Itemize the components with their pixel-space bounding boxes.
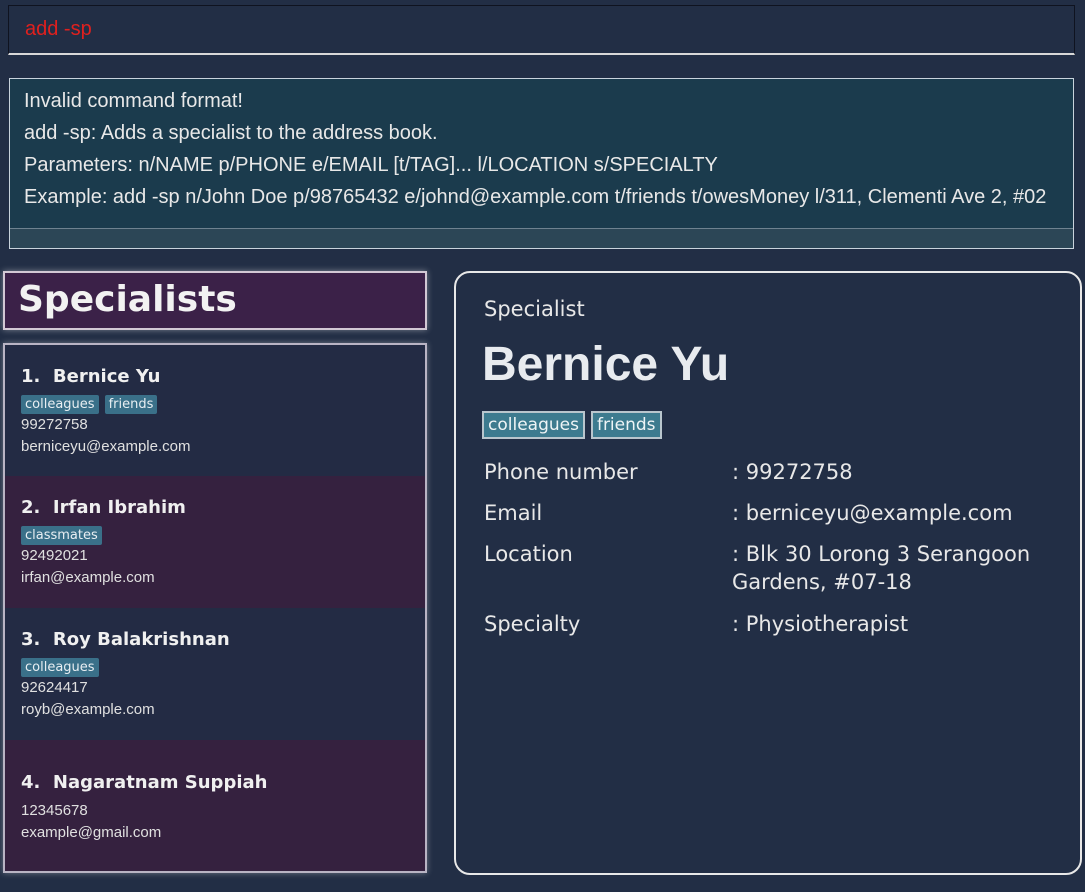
tag-badge: colleagues xyxy=(482,411,585,439)
list-item-specialist-1[interactable]: 1. Bernice Yu colleagues friends 99272758… xyxy=(5,345,425,476)
tag-badge: friends xyxy=(104,395,158,414)
command-input[interactable]: add -sp xyxy=(25,18,92,41)
card-name: 1. Bernice Yu xyxy=(21,366,160,387)
card-index: 1. xyxy=(21,366,41,387)
card-name-text: Bernice Yu xyxy=(52,366,161,387)
result-line: Example: add -sp n/John Doe p/98765432 e… xyxy=(24,186,1047,208)
card-email: example@gmail.com xyxy=(21,824,162,841)
card-index: 2. xyxy=(21,497,41,518)
field-value-phone: : 99272758 xyxy=(732,460,853,484)
tag-badge: colleagues xyxy=(21,395,99,414)
result-text-area: Invalid command format! add -sp: Adds a … xyxy=(16,85,1067,226)
result-line: add -sp: Adds a specialist to the addres… xyxy=(24,122,438,144)
list-title-text: Specialists xyxy=(18,279,237,320)
card-name: 3. Roy Balakrishnan xyxy=(21,629,230,650)
detail-tags: colleagues friends xyxy=(482,411,668,439)
tag-badge: friends xyxy=(590,411,662,439)
card-phone: 92492021 xyxy=(21,547,88,564)
card-email: royb@example.com xyxy=(21,701,155,718)
list-item-specialist-3[interactable]: 3. Roy Balakrishnan colleagues 92624417 … xyxy=(5,608,425,740)
card-index: 3. xyxy=(21,629,41,650)
result-horizontal-scrollbar[interactable] xyxy=(10,228,1073,248)
tag-badge: colleagues xyxy=(21,658,99,677)
card-tags: classmates xyxy=(21,524,108,545)
card-phone: 12345678 xyxy=(21,802,88,819)
field-value-specialty: : Physiotherapist xyxy=(732,612,909,636)
card-tags: colleagues friends xyxy=(21,393,163,414)
field-label-specialty: Specialty xyxy=(484,612,581,636)
card-name-text: Roy Balakrishnan xyxy=(52,629,230,650)
field-value-location: : Blk 30 Lorong 3 Serangoon Gardens, #07… xyxy=(732,542,1031,594)
tag-badge: classmates xyxy=(21,526,102,545)
card-tags: colleagues xyxy=(21,656,105,677)
field-label-location: Location xyxy=(484,542,573,566)
specialist-list[interactable]: 1. Bernice Yu colleagues friends 99272758… xyxy=(3,343,427,873)
field-label-email: Email xyxy=(484,501,543,525)
result-line: Invalid command format! xyxy=(24,90,243,112)
field-label-phone: Phone number xyxy=(484,460,638,484)
card-name: 2. Irfan Ibrahim xyxy=(21,497,186,518)
card-name-text: Irfan Ibrahim xyxy=(52,497,186,518)
result-display: Invalid command format! add -sp: Adds a … xyxy=(9,78,1074,249)
detail-heading: Specialist xyxy=(484,297,585,321)
result-line: Parameters: n/NAME p/PHONE e/EMAIL [t/TA… xyxy=(24,154,718,176)
card-name-text: Nagaratnam Suppiah xyxy=(52,772,268,793)
detail-name: Bernice Yu xyxy=(482,338,730,391)
command-box[interactable]: add -sp xyxy=(8,5,1075,55)
list-item-specialist-4[interactable]: 4. Nagaratnam Suppiah 12345678 example@g… xyxy=(5,740,425,871)
field-value-email: : berniceyu@example.com xyxy=(732,501,1013,525)
list-item-specialist-2[interactable]: 2. Irfan Ibrahim classmates 92492021 irf… xyxy=(5,476,425,608)
card-email: irfan@example.com xyxy=(21,569,155,586)
card-name: 4. Nagaratnam Suppiah xyxy=(21,772,267,793)
card-phone: 99272758 xyxy=(21,416,88,433)
card-index: 4. xyxy=(21,772,41,793)
card-phone: 92624417 xyxy=(21,679,88,696)
card-email: berniceyu@example.com xyxy=(21,438,191,455)
specialist-detail-panel: Specialist Bernice Yu colleagues friends … xyxy=(454,271,1082,875)
specialists-list-title: Specialists xyxy=(3,271,427,330)
